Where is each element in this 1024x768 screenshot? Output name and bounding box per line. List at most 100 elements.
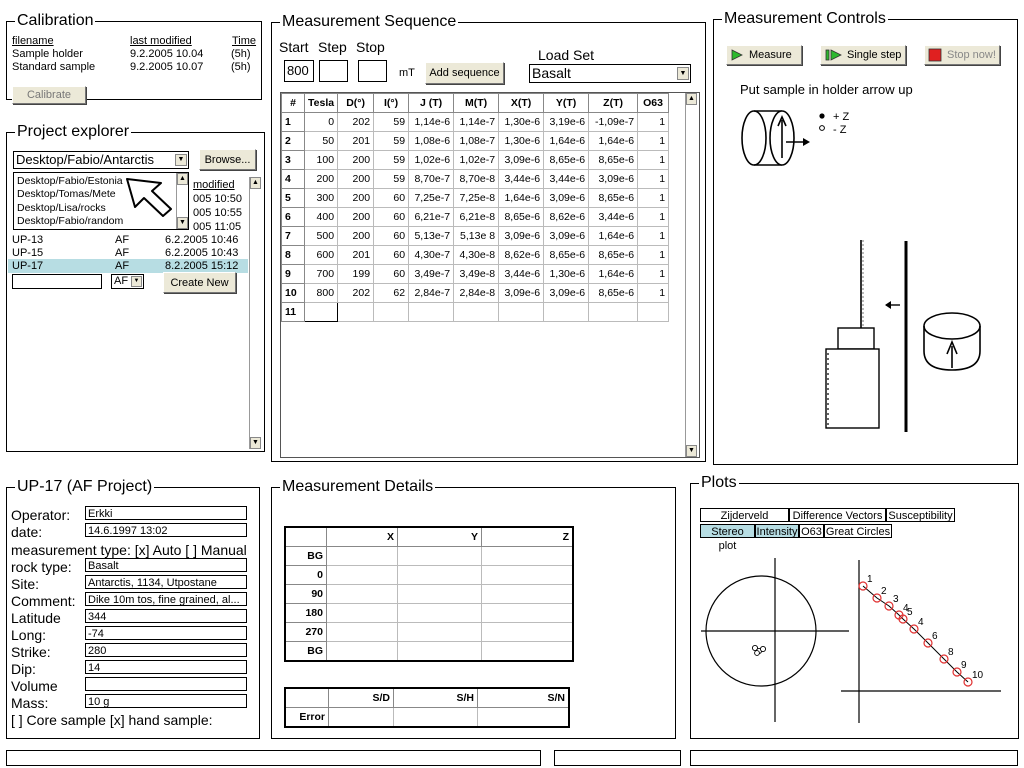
cell[interactable]: 59 xyxy=(373,112,410,132)
cell[interactable]: 5,13e 8 xyxy=(453,226,500,246)
cell[interactable]: 2,84e-7 xyxy=(408,283,455,303)
cell[interactable]: 60 xyxy=(373,188,410,208)
sequence-row[interactable]: 8 600 201 60 4,30e-7 4,30e-8 8,62e-6 8,65e-6 8,6… xyxy=(281,245,670,265)
cell[interactable]: 8,70e-8 xyxy=(453,169,500,189)
scroll-down-icon[interactable]: ▼ xyxy=(686,445,697,457)
explorer-row-name[interactable]: UP-17 xyxy=(12,259,43,273)
cell[interactable]: 8,62e-6 xyxy=(498,245,545,265)
tab-great-circles[interactable]: Great Circles xyxy=(824,524,892,538)
cell[interactable]: 200 xyxy=(303,169,339,189)
cell[interactable]: -1,09e-7 xyxy=(588,112,639,132)
tab-susceptibility[interactable]: Susceptibility xyxy=(886,508,955,522)
cell[interactable]: 62 xyxy=(373,283,410,303)
explorer-row-name[interactable]: UP-13 xyxy=(12,233,43,247)
scroll-up-icon[interactable]: ▲ xyxy=(250,177,261,189)
cell[interactable]: 0 xyxy=(303,112,339,132)
cell[interactable]: 3,44e-6 xyxy=(498,264,545,284)
cell[interactable]: 8,65e-6 xyxy=(543,245,590,265)
cell[interactable]: 8,65e-6 xyxy=(588,283,639,303)
cell[interactable]: 1 xyxy=(637,283,670,303)
cell[interactable]: 59 xyxy=(373,131,410,151)
cell[interactable]: 1 xyxy=(637,131,670,151)
single-step-button[interactable]: Single step xyxy=(820,45,906,65)
cell[interactable]: 3,44e-6 xyxy=(543,169,590,189)
cell[interactable]: 8,70e-7 xyxy=(408,169,455,189)
cell[interactable]: 200 xyxy=(337,207,375,227)
cell[interactable]: 60 xyxy=(373,226,410,246)
cell[interactable]: 59 xyxy=(373,169,410,189)
sequence-row[interactable]: 3 100 200 59 1,02e-6 1,02e-7 3,09e-6 8,65e-6 8,6… xyxy=(281,150,670,170)
cell[interactable]: 59 xyxy=(373,150,410,170)
cell[interactable]: 1 xyxy=(637,264,670,284)
cell[interactable]: 199 xyxy=(337,264,375,284)
cell[interactable]: 1,30e-6 xyxy=(498,131,545,151)
add-sequence-button[interactable]: Add sequence xyxy=(425,62,504,84)
cell[interactable]: 1 xyxy=(637,169,670,189)
calibration-row-name[interactable]: Standard sample xyxy=(12,60,95,74)
cell[interactable]: 3,44e-6 xyxy=(498,169,545,189)
path-option[interactable]: Desktop/Tomas/Mete xyxy=(17,187,116,201)
cell[interactable]: 200 xyxy=(337,169,375,189)
tab-o63[interactable]: O63 xyxy=(799,524,824,538)
sequence-row[interactable]: 9 700 199 60 3,49e-7 3,49e-8 3,44e-6 1,30e-6 1,6… xyxy=(281,264,670,284)
cell[interactable]: 200 xyxy=(337,150,375,170)
cell[interactable]: 3,09e-6 xyxy=(543,283,590,303)
cell[interactable]: 60 xyxy=(373,245,410,265)
latitude-field[interactable]: 344 xyxy=(85,609,247,623)
cell[interactable]: 202 xyxy=(337,112,375,132)
stop-now-button[interactable]: Stop now! xyxy=(924,45,1000,65)
calibrate-button[interactable]: Calibrate xyxy=(12,86,86,104)
measurement-type-line[interactable]: measurement type: [x] Auto [ ] Manual xyxy=(11,542,247,558)
cell[interactable] xyxy=(588,302,639,322)
cell[interactable]: 3,49e-8 xyxy=(453,264,500,284)
cell[interactable]: 8,65e-6 xyxy=(588,150,639,170)
sequence-row[interactable]: 4 200 200 59 8,70e-7 8,70e-8 3,44e-6 3,44e-6 3,0… xyxy=(281,169,670,189)
cell[interactable]: 400 xyxy=(303,207,339,227)
cell[interactable]: 3,09e-6 xyxy=(588,169,639,189)
cell[interactable]: 1,08e-7 xyxy=(453,131,500,151)
tab-stereo-plot[interactable]: Stereo plot xyxy=(700,524,755,552)
explorer-scrollbar[interactable]: ▲ ▼ xyxy=(249,177,261,449)
sequence-row[interactable]: 2 50 201 59 1,08e-6 1,08e-7 1,30e-6 1,64e-6 1,64… xyxy=(281,131,670,151)
path-select[interactable]: Desktop/Fabio/Antarctis ▼ xyxy=(13,151,189,169)
cell[interactable]: 2,84e-8 xyxy=(453,283,500,303)
cell[interactable]: 3,09e-6 xyxy=(543,188,590,208)
chevron-down-icon[interactable]: ▼ xyxy=(677,67,689,80)
sequence-scrollbar[interactable]: ▲ ▼ xyxy=(685,93,697,457)
cell[interactable]: 7,25e-8 xyxy=(453,188,500,208)
cell[interactable]: 5,13e-7 xyxy=(408,226,455,246)
cell[interactable]: 202 xyxy=(337,283,375,303)
sequence-row-new[interactable]: 11 xyxy=(281,302,670,322)
cell[interactable]: 3,19e-6 xyxy=(543,112,590,132)
cell[interactable]: 60 xyxy=(373,207,410,227)
load-set-select[interactable]: Basalt ▼ xyxy=(529,64,691,83)
cell[interactable]: 500 xyxy=(303,226,339,246)
cell[interactable] xyxy=(373,302,410,322)
cell[interactable] xyxy=(408,302,455,322)
cell[interactable]: 600 xyxy=(303,245,339,265)
cell[interactable]: 1,02e-7 xyxy=(453,150,500,170)
comment-field[interactable]: Dike 10m tos, fine grained, al... xyxy=(85,592,247,606)
date-field[interactable]: 14.6.1997 13:02 xyxy=(85,523,247,537)
cell[interactable]: 300 xyxy=(303,188,339,208)
scroll-up-icon[interactable]: ▲ xyxy=(686,93,697,105)
browse-button[interactable]: Browse... xyxy=(199,149,256,170)
cell[interactable]: 4,30e-8 xyxy=(453,245,500,265)
cell[interactable]: 201 xyxy=(337,245,375,265)
cell[interactable]: 60 xyxy=(373,264,410,284)
new-row-input[interactable] xyxy=(303,302,339,322)
cell[interactable]: 100 xyxy=(303,150,339,170)
cell[interactable]: 1 xyxy=(637,112,670,132)
new-project-name-input[interactable] xyxy=(12,274,102,289)
strike-field[interactable]: 280 xyxy=(85,643,247,657)
explorer-row-name[interactable]: UP-15 xyxy=(12,246,43,260)
cell[interactable]: 1 xyxy=(637,245,670,265)
cell[interactable] xyxy=(337,302,375,322)
cell[interactable]: 1 xyxy=(637,226,670,246)
cell[interactable]: 1,08e-6 xyxy=(408,131,455,151)
cell[interactable]: 8,65e-6 xyxy=(543,150,590,170)
sequence-row[interactable]: 1 0 202 59 1,14e-6 1,14e-7 1,30e-6 3,19e-6 -1,09… xyxy=(281,112,670,132)
cell[interactable]: 1,64e-6 xyxy=(543,131,590,151)
cell[interactable]: 3,44e-6 xyxy=(588,207,639,227)
measure-button[interactable]: Measure xyxy=(726,45,802,65)
